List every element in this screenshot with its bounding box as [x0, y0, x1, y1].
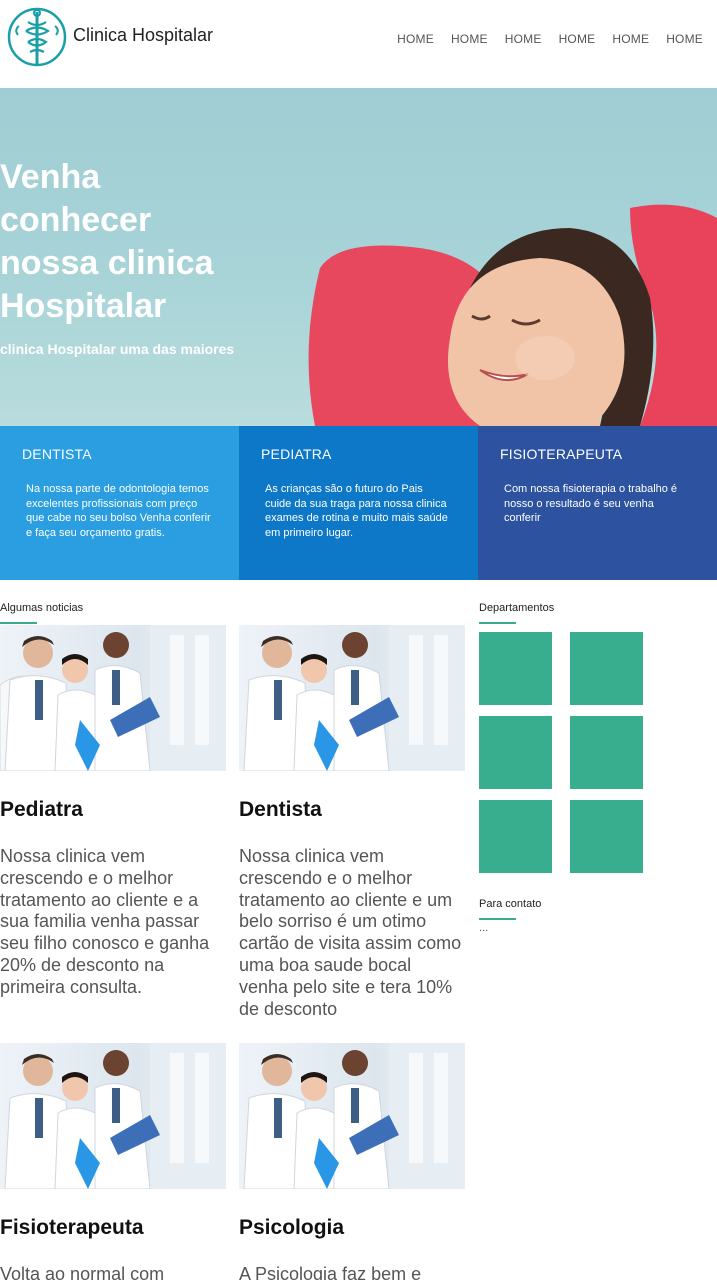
news-card-pediatra[interactable]: Pediatra Nossa clinica vem crescendo e o…: [0, 625, 226, 999]
service-description: Com nossa fisioterapia o trabalho é noss…: [504, 483, 678, 524]
departments-label: Departamentos: [479, 602, 555, 614]
news-image[interactable]: [0, 1043, 226, 1189]
brand-name[interactable]: Clinica Hospitalar: [73, 25, 213, 46]
hero-title: Venha conhecer nossa clinica Hospitalar: [0, 158, 214, 325]
hero-banner: Venha conhecer nossa clinica Hospitalar …: [0, 88, 717, 426]
hero-subtitle: clinica Hospitalar uma das maiores: [0, 341, 235, 357]
nav-link-home-1[interactable]: HOME: [397, 32, 434, 46]
doctors-photo-icon: [243, 1043, 465, 1189]
doctors-photo-icon: [4, 1043, 226, 1189]
contact-text: ...: [479, 922, 489, 934]
nav-link-home-4[interactable]: HOME: [559, 32, 596, 46]
department-tile[interactable]: [570, 632, 643, 705]
news-text: A Psicologia faz bem e: [239, 1264, 422, 1280]
nav-link-home-3[interactable]: HOME: [505, 32, 542, 46]
services-row: DENTISTA Na nossa parte de odontologia t…: [0, 426, 717, 580]
nav-link-home-5[interactable]: HOME: [612, 32, 649, 46]
news-image[interactable]: [0, 625, 226, 771]
hero-woman-image: [308, 204, 717, 426]
service-title: FISIOTERAPEUTA: [500, 446, 623, 462]
department-tile[interactable]: [479, 632, 552, 705]
nav-link-home-6[interactable]: HOME: [666, 32, 703, 46]
service-title: DENTISTA: [22, 446, 92, 462]
news-text: Nossa clinica vem crescendo e o melhor t…: [239, 846, 462, 1019]
news-text: Volta ao normal com: [0, 1264, 165, 1280]
news-title[interactable]: Psicologia: [239, 1216, 465, 1240]
site-header: Clinica Hospitalar HOME HOME HOME HOME H…: [0, 0, 717, 88]
news-card-psicologia[interactable]: Psicologia A Psicologia faz bem e: [239, 1043, 465, 1280]
nav-link-home-2[interactable]: HOME: [451, 32, 488, 46]
contact-label: Para contato: [479, 898, 542, 910]
news-title[interactable]: Fisioterapeuta: [0, 1216, 226, 1240]
department-tile[interactable]: [570, 716, 643, 789]
news-section-label: Algumas noticias: [0, 602, 84, 614]
contact-label-underline: [479, 918, 516, 920]
doctors-photo-icon: [0, 625, 226, 771]
news-image[interactable]: [239, 1043, 465, 1189]
news-card-fisioterapeuta[interactable]: Fisioterapeuta Volta ao normal com: [0, 1043, 226, 1280]
departments-grid: [479, 632, 643, 873]
news-title[interactable]: Dentista: [239, 798, 465, 822]
doctors-photo-icon: [243, 625, 465, 771]
news-label-underline: [0, 622, 37, 624]
main-nav: HOME HOME HOME HOME HOME HOME: [380, 32, 703, 46]
news-text: Nossa clinica vem crescendo e o melhor t…: [0, 846, 210, 997]
service-description: Na nossa parte de odontologia temos exce…: [26, 483, 211, 539]
service-card-fisioterapeuta[interactable]: FISIOTERAPEUTA Com nossa fisioterapia o …: [478, 426, 717, 580]
service-card-pediatra[interactable]: PEDIATRA As crianças são o futuro do Pai…: [239, 426, 478, 580]
department-tile[interactable]: [479, 800, 552, 873]
service-title: PEDIATRA: [261, 446, 332, 462]
department-tile[interactable]: [570, 800, 643, 873]
service-card-dentista[interactable]: DENTISTA Na nossa parte de odontologia t…: [0, 426, 239, 580]
news-card-dentista[interactable]: Dentista Nossa clinica vem crescendo e o…: [239, 625, 465, 1020]
departments-label-underline: [479, 622, 516, 624]
caduceus-logo-icon[interactable]: [6, 4, 68, 70]
news-image[interactable]: [239, 625, 465, 771]
department-tile[interactable]: [479, 716, 552, 789]
service-description: As crianças são o futuro do Pais cuide d…: [265, 483, 448, 539]
news-title[interactable]: Pediatra: [0, 798, 226, 822]
